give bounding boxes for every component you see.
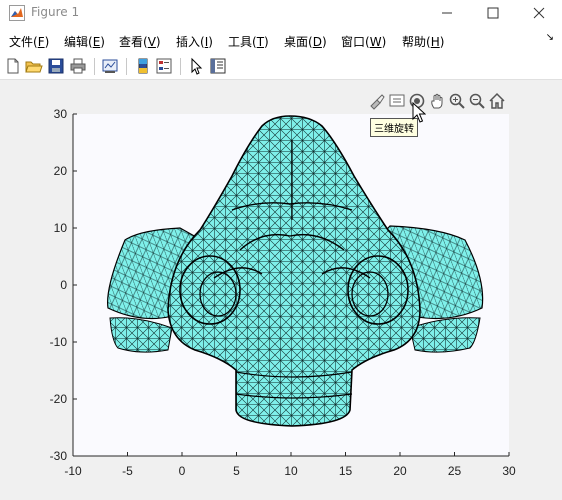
matlab-logo-icon [9,5,25,21]
menu-desktop[interactable]: 桌面(D) [284,33,327,50]
toolbar-separator [94,58,95,75]
menu-insert[interactable]: 插入(I) [176,33,213,50]
x-tick-label: 25 [448,464,462,478]
x-tick-label: 0 [179,464,186,478]
print-icon[interactable] [69,57,87,75]
menu-edit[interactable]: 编辑(E) [64,33,105,50]
figure-toolbar [0,54,562,80]
x-tick-label: -5 [122,464,133,478]
y-tick-label: 10 [54,221,68,235]
insert-legend-icon[interactable] [155,57,173,75]
pointer-icon[interactable] [187,57,205,75]
minimize-button[interactable] [424,0,470,26]
data-tips-icon[interactable] [388,92,406,110]
insert-colorbar-icon[interactable] [134,57,152,75]
menu-tools[interactable]: 工具(T) [228,33,269,50]
maximize-button[interactable] [470,0,516,26]
property-inspector-icon[interactable] [209,57,227,75]
home-icon[interactable] [488,92,506,110]
zoom-out-icon[interactable] [468,92,486,110]
new-figure-icon[interactable] [4,57,22,75]
window-title: Figure 1 [31,5,80,19]
x-tick-label: 20 [393,464,407,478]
y-tick-label: 20 [54,164,68,178]
menu-file[interactable]: 文件(F) [9,33,49,50]
y-tick-label: -20 [50,392,68,406]
y-tick-label: 30 [54,107,68,121]
pan-icon[interactable] [428,92,446,110]
y-tick-label: -30 [50,449,68,463]
mouse-cursor-icon [412,101,427,128]
y-tick-label: 0 [60,278,67,292]
zoom-in-icon[interactable] [448,92,466,110]
rotate-tooltip: 三维旋转 [370,118,418,137]
toolbar-separator [126,58,127,75]
x-tick-label: 5 [233,464,240,478]
menu-window[interactable]: 窗口(W) [341,33,386,50]
open-file-icon[interactable] [25,57,43,75]
toolbar-separator [180,58,181,75]
menu-help[interactable]: 帮助(H) [402,33,444,50]
x-tick-label: 30 [502,464,516,478]
menu-overflow-icon[interactable]: ↘ [546,32,554,43]
close-button[interactable] [516,0,562,26]
menu-bar: 文件(F) 编辑(E) 查看(V) 插入(I) 工具(T) 桌面(D) 窗口(W… [0,28,562,52]
y-tick-label: -10 [50,335,68,349]
axes[interactable]: -10 -5 0 5 10 15 20 25 30 30 20 10 0 -10… [0,80,562,500]
x-tick-label: 15 [339,464,353,478]
link-plot-icon[interactable] [101,57,119,75]
x-tick-label: 10 [284,464,298,478]
menu-view[interactable]: 查看(V) [119,33,161,50]
figure-canvas: -10 -5 0 5 10 15 20 25 30 30 20 10 0 -10… [0,80,562,500]
brush-icon[interactable] [368,92,386,110]
x-tick-label: -10 [64,464,82,478]
title-bar: Figure 1 [0,0,562,26]
save-icon[interactable] [47,57,65,75]
